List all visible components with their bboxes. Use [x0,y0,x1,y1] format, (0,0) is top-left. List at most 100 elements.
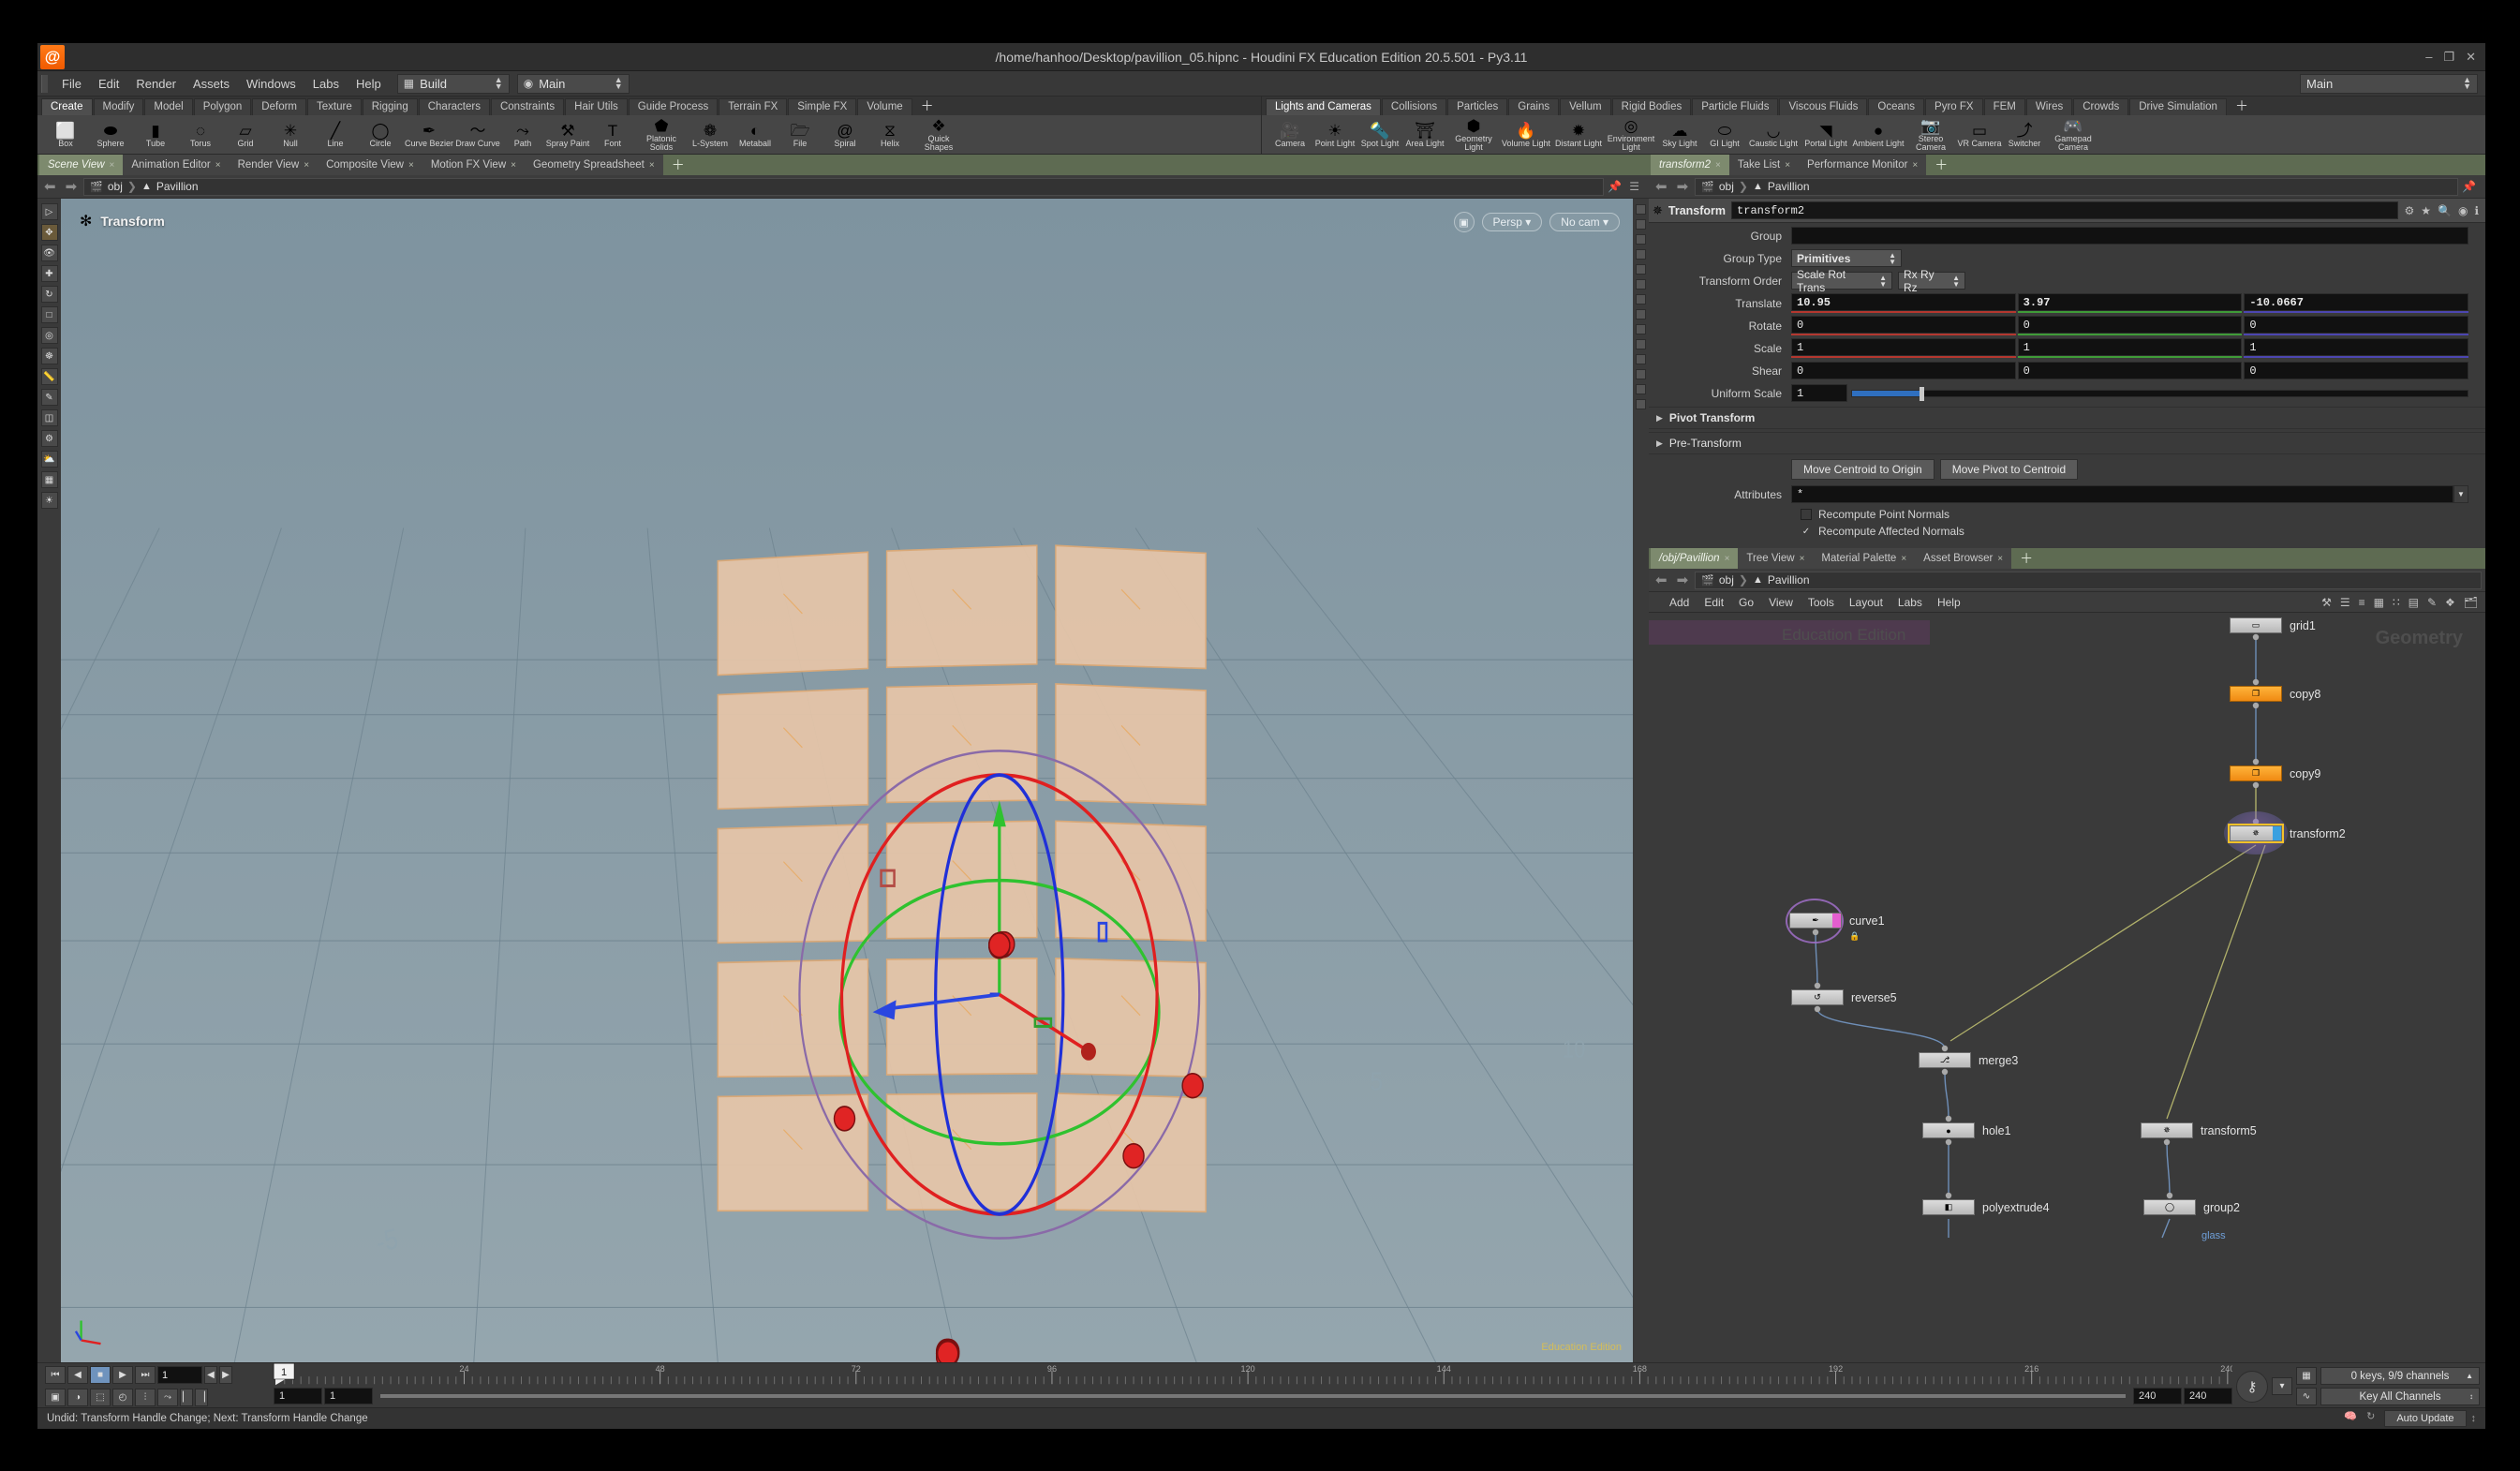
audio-tool-icon[interactable]: ◑ [67,1389,88,1406]
range-tool-icon[interactable]: ⫶ [135,1389,156,1406]
shelf-right-add-tab-icon[interactable]: ＋ [2228,97,2256,115]
range-playback-end-input[interactable]: 240 [2133,1388,2182,1404]
list-icon[interactable]: ☰ [2340,596,2350,609]
shelf-left-tab-create[interactable]: Create [41,98,93,115]
shelf-right-tool-volume-light[interactable]: 🔥 Volume Light [1500,122,1552,148]
light-tool-icon[interactable]: ☀ [40,492,58,509]
recompute-affected-normals-row[interactable]: ✓ Recompute Affected Normals [1649,525,2485,538]
stop-button[interactable]: ■ [90,1366,111,1384]
shelf-left-tool-null[interactable]: ✳ Null [268,122,313,148]
set-key-button[interactable]: ⚷ [2236,1370,2268,1403]
network-canvas[interactable]: Education Edition Geometry ▭ grid1 ❐ copy8 ❐… [1649,613,2485,1362]
param-forward-arrow-icon[interactable]: ➡ [1674,178,1692,195]
shelf-right-tab-rigid-bodies[interactable]: Rigid Bodies [1611,98,1692,115]
param-breadcrumb[interactable]: 🎬 obj ❯ ▲ Pavillion [1695,177,2459,196]
shelf-right-tool-stereo-camera[interactable]: 📷 Stereo Camera [1905,117,1957,152]
shelf-left-tool-l-system[interactable]: ❁ L-System [688,122,733,148]
shelf-right-tool-geometry-light[interactable]: ⬢ Geometry Light [1447,117,1500,152]
ghost-icon[interactable] [1636,234,1646,245]
pin-icon[interactable]: 📌 [1608,180,1622,193]
shelf-left-tool-curve-bezier[interactable]: ✒ Curve Bezier [403,122,455,148]
shelf-right-tool-spot-light[interactable]: 🔦 Spot Light [1357,122,1402,148]
template-flag[interactable] [1832,914,1841,928]
step-back-button[interactable]: ◀ [67,1366,88,1384]
color-palette-icon[interactable]: ▦ [2374,596,2384,609]
move-centroid-to-origin-button[interactable]: Move Centroid to Origin [1791,458,1934,480]
shelf-left-tool-sphere[interactable]: ⬬ Sphere [88,122,133,148]
net-back-arrow-icon[interactable]: ⬅ [1653,572,1670,588]
shelf-right-tool-gamepad-camera[interactable]: 🎮 Gamepad Camera [2047,117,2099,152]
shelf-right-tool-distant-light[interactable]: ✹ Distant Light [1552,122,1605,148]
back-arrow-icon[interactable]: ⬅ [41,178,59,195]
shelf-right-tab-fem[interactable]: FEM [1983,98,2025,115]
grid-toggle-icon[interactable] [1636,279,1646,290]
shelf-left-tool-box[interactable]: ⬜ Box [43,122,88,148]
shelf-left-tool-circle[interactable]: ◯ Circle [358,122,403,148]
points-icon[interactable] [1636,249,1646,260]
key-mode-select[interactable]: Key All Channels ↕ [2320,1388,2480,1405]
viewport-camera-selector[interactable]: No cam ▾ [1549,213,1620,231]
network-node-grid1[interactable]: ▭ grid1 [2230,617,2316,633]
breadcrumb-root[interactable]: obj [108,180,123,193]
group-input[interactable] [1791,227,2468,245]
param-pin-icon[interactable]: 📌 [2462,180,2476,193]
shelf-left-tool-font[interactable]: T Font [590,122,635,148]
node-body-hole1[interactable]: ● [1922,1122,1975,1138]
cook-status-icon[interactable]: 🧠 [2344,1410,2357,1427]
recompute-point-normals-checkbox[interactable] [1801,509,1812,520]
display-options-icon[interactable] [1636,204,1646,215]
auto-update-control[interactable]: Auto Update ↕ [2384,1410,2476,1427]
shelf-left-tab-simple-fx[interactable]: Simple FX [788,98,857,115]
frame-step-right-button[interactable]: ▶ [219,1366,232,1384]
uv-tool-icon[interactable]: ▦ [40,471,58,488]
shelf-left-tab-texture[interactable]: Texture [307,98,362,115]
pose-tool-icon[interactable]: ☸ [40,348,58,364]
transform-order-rot-select[interactable]: Rx Ry Rz ▲ ▼ [1898,268,1965,294]
menu-file[interactable]: File [53,74,90,94]
shelf-left-tab-terrain-fx[interactable]: Terrain FX [719,98,788,115]
tab-add-tab-icon[interactable]: ＋ [1926,155,1957,175]
uniform-scale-slider[interactable] [1851,386,2468,401]
close-tab-icon[interactable]: × [1800,554,1805,564]
shelf-right-tab-collisions[interactable]: Collisions [1381,98,1447,115]
shelf-right-tool-sky-light[interactable]: ☁ Sky Light [1657,122,1702,148]
menu-icon[interactable]: ☰ [1629,180,1639,193]
keyframe-tool-icon[interactable]: ▣ [45,1389,66,1406]
scale-x-input[interactable]: 1 [1791,338,2016,356]
viewport-lock-icon[interactable]: ▣ [1453,212,1475,232]
lighting-icon[interactable] [1636,354,1646,364]
shelf-left-add-tab-icon[interactable]: ＋ [913,97,941,115]
range-global-end-input[interactable]: 240 [2184,1388,2232,1404]
group-type-select[interactable]: Primitives ▲ ▼ [1791,249,1902,267]
scrub-tool-icon[interactable]: ⤳ [157,1389,178,1406]
star-icon[interactable]: ★ [2421,204,2431,217]
param-breadcrumb-root[interactable]: obj [1719,180,1734,193]
refresh-icon[interactable]: ↻ [2366,1410,2375,1427]
shelf-right-tool-switcher[interactable]: ⤴ Switcher [2002,122,2047,148]
shelf-right-tool-environment-light[interactable]: ◎ Environment Light [1605,117,1657,152]
measure-tool-icon[interactable]: 📏 [40,368,58,385]
net-breadcrumb[interactable]: 🎬 obj ❯ ▲ Pavillion [1695,571,2482,589]
tab-scene-view[interactable]: Scene View × [39,155,124,175]
wireframe-icon[interactable] [1636,309,1646,319]
net-menu-edit[interactable]: Edit [1697,594,1731,611]
shelf-left-tool-spiral[interactable]: @ Spiral [823,122,867,148]
close-tab-icon[interactable]: × [1785,160,1790,171]
layout-selector[interactable]: ◉ Main ▲ ▼ [516,73,630,94]
net-forward-arrow-icon[interactable]: ➡ [1674,572,1692,588]
sculpt-tool-icon[interactable]: ⛅ [40,451,58,468]
ao-icon[interactable] [1636,384,1646,394]
breadcrumb-node[interactable]: Pavillion [156,180,199,193]
network-node-polyextrude4[interactable]: ◧ polyextrude4 [1922,1199,2050,1215]
shelf-right-tab-oceans[interactable]: Oceans [1868,98,1925,115]
shelf-left-tab-modify[interactable]: Modify [93,98,144,115]
menu-drag-grip[interactable] [41,74,48,93]
desktop-selector[interactable]: ▦ Build ▲ ▼ [396,73,510,94]
tab-asset-browser[interactable]: Asset Browser × [1915,548,2012,569]
shelf-right-tab-viscous-fluids[interactable]: Viscous Fluids [1779,98,1868,115]
forward-arrow-icon[interactable]: ➡ [63,178,81,195]
channels-status[interactable]: 0 keys, 9/9 channels ▲ [2320,1367,2480,1385]
shear-x-input[interactable]: 0 [1791,362,2016,379]
shelf-right-tool-caustic-light[interactable]: ◡ Caustic Light [1747,122,1800,148]
node-body-copy9[interactable]: ❐ [2230,765,2282,781]
